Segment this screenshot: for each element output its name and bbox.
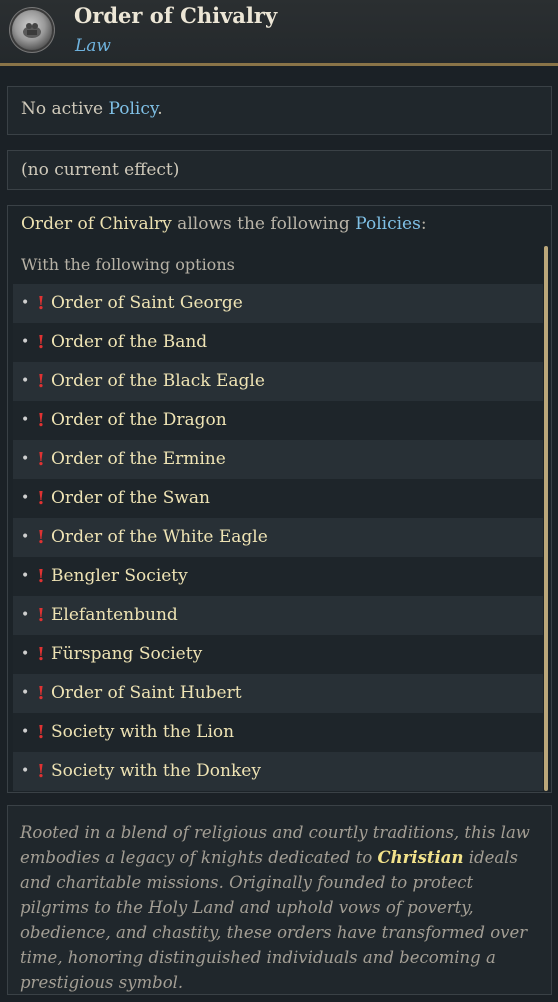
bullet-icon: • bbox=[21, 412, 30, 428]
policy-item-label: Bengler Society bbox=[51, 566, 188, 586]
policy-item-label: Society with the Donkey bbox=[51, 761, 261, 781]
policy-link[interactable]: Policy bbox=[109, 99, 158, 119]
policies-link[interactable]: Policies bbox=[355, 214, 421, 234]
allowed-policies-heading: Order of Chivalry allows the following P… bbox=[21, 214, 427, 234]
law-name-ref: Order of Chivalry bbox=[21, 214, 172, 234]
warning-icon: ! bbox=[37, 410, 45, 431]
bullet-icon: • bbox=[21, 685, 30, 701]
bullet-icon: • bbox=[21, 334, 30, 350]
policy-item[interactable]: •! Fürspang Society bbox=[13, 635, 543, 674]
policy-item[interactable]: •! Society with the Lion bbox=[13, 713, 543, 752]
policy-status: No active Policy. bbox=[21, 99, 163, 119]
policy-item-label: Order of Saint Hubert bbox=[51, 683, 242, 703]
policy-item[interactable]: •! Order of Saint George bbox=[13, 284, 543, 323]
warning-icon: ! bbox=[37, 371, 45, 392]
policy-item-label: Order of the Band bbox=[51, 332, 208, 352]
description-box: Rooted in a blend of religious and court… bbox=[7, 805, 552, 995]
tooltip-header: Order of Chivalry Law bbox=[0, 0, 558, 66]
description-text-end: ideals and charitable missions. Original… bbox=[20, 848, 528, 992]
policy-item-label: Elefantenbund bbox=[51, 605, 178, 625]
policy-status-box: No active Policy. bbox=[7, 86, 552, 135]
bullet-icon: • bbox=[21, 724, 30, 740]
policy-item-label: Order of the Ermine bbox=[51, 449, 226, 469]
law-description: Rooted in a blend of religious and court… bbox=[20, 820, 545, 995]
warning-icon: ! bbox=[37, 644, 45, 665]
policy-list: •! Order of Saint George •! Order of the B… bbox=[13, 284, 543, 791]
law-category[interactable]: Law bbox=[75, 36, 111, 56]
allows-text: allows the following bbox=[171, 214, 356, 234]
policy-status-suffix: . bbox=[157, 99, 163, 119]
faith-link[interactable]: Christian bbox=[378, 848, 464, 867]
warning-icon: ! bbox=[37, 449, 45, 470]
policy-item-label: Order of the Swan bbox=[51, 488, 210, 508]
bullet-icon: • bbox=[21, 529, 30, 545]
bullet-icon: • bbox=[21, 451, 30, 467]
bullet-icon: • bbox=[21, 763, 30, 779]
policy-item[interactable]: •! Bengler Society bbox=[13, 557, 543, 596]
allowed-policies-panel: Order of Chivalry allows the following P… bbox=[7, 205, 552, 793]
list-scrollbar[interactable] bbox=[544, 246, 548, 791]
warning-icon: ! bbox=[37, 683, 45, 704]
policy-item[interactable]: •! Order of the White Eagle bbox=[13, 518, 543, 557]
policy-item-label: Order of the Black Eagle bbox=[51, 371, 265, 391]
policy-item[interactable]: •! Order of the Swan bbox=[13, 479, 543, 518]
bullet-icon: • bbox=[21, 373, 30, 389]
policy-item[interactable]: •! Order of Saint Hubert bbox=[13, 674, 543, 713]
warning-icon: ! bbox=[37, 605, 45, 626]
law-title: Order of Chivalry bbox=[74, 3, 278, 28]
options-label: With the following options bbox=[21, 255, 235, 274]
warning-icon: ! bbox=[37, 761, 45, 782]
warning-icon: ! bbox=[37, 566, 45, 587]
templar-seal-icon bbox=[12, 10, 52, 50]
policy-item[interactable]: •! Society with the Donkey bbox=[13, 752, 543, 791]
current-effect: (no current effect) bbox=[21, 160, 180, 180]
policy-item[interactable]: •! Order of the Band bbox=[13, 323, 543, 362]
warning-icon: ! bbox=[37, 293, 45, 314]
policy-item[interactable]: •! Elefantenbund bbox=[13, 596, 543, 635]
policy-item-label: Order of the White Eagle bbox=[51, 527, 268, 547]
policy-item[interactable]: •! Order of the Ermine bbox=[13, 440, 543, 479]
bullet-icon: • bbox=[21, 295, 30, 311]
warning-icon: ! bbox=[37, 722, 45, 743]
bullet-icon: • bbox=[21, 607, 30, 623]
policy-item[interactable]: •! Order of the Dragon bbox=[13, 401, 543, 440]
policy-item-label: Fürspang Society bbox=[51, 644, 203, 664]
bullet-icon: • bbox=[21, 646, 30, 662]
warning-icon: ! bbox=[37, 527, 45, 548]
policy-item[interactable]: •! Order of the Black Eagle bbox=[13, 362, 543, 401]
warning-icon: ! bbox=[37, 488, 45, 509]
heading-colon: : bbox=[420, 214, 427, 234]
policy-status-prefix: No active bbox=[21, 99, 109, 119]
bullet-icon: • bbox=[21, 568, 30, 584]
bullet-icon: • bbox=[21, 490, 30, 506]
warning-icon: ! bbox=[37, 332, 45, 353]
policy-item-label: Order of Saint George bbox=[51, 293, 243, 313]
policy-item-label: Order of the Dragon bbox=[51, 410, 227, 430]
policy-item-label: Society with the Lion bbox=[51, 722, 235, 742]
effect-box: (no current effect) bbox=[7, 150, 552, 190]
